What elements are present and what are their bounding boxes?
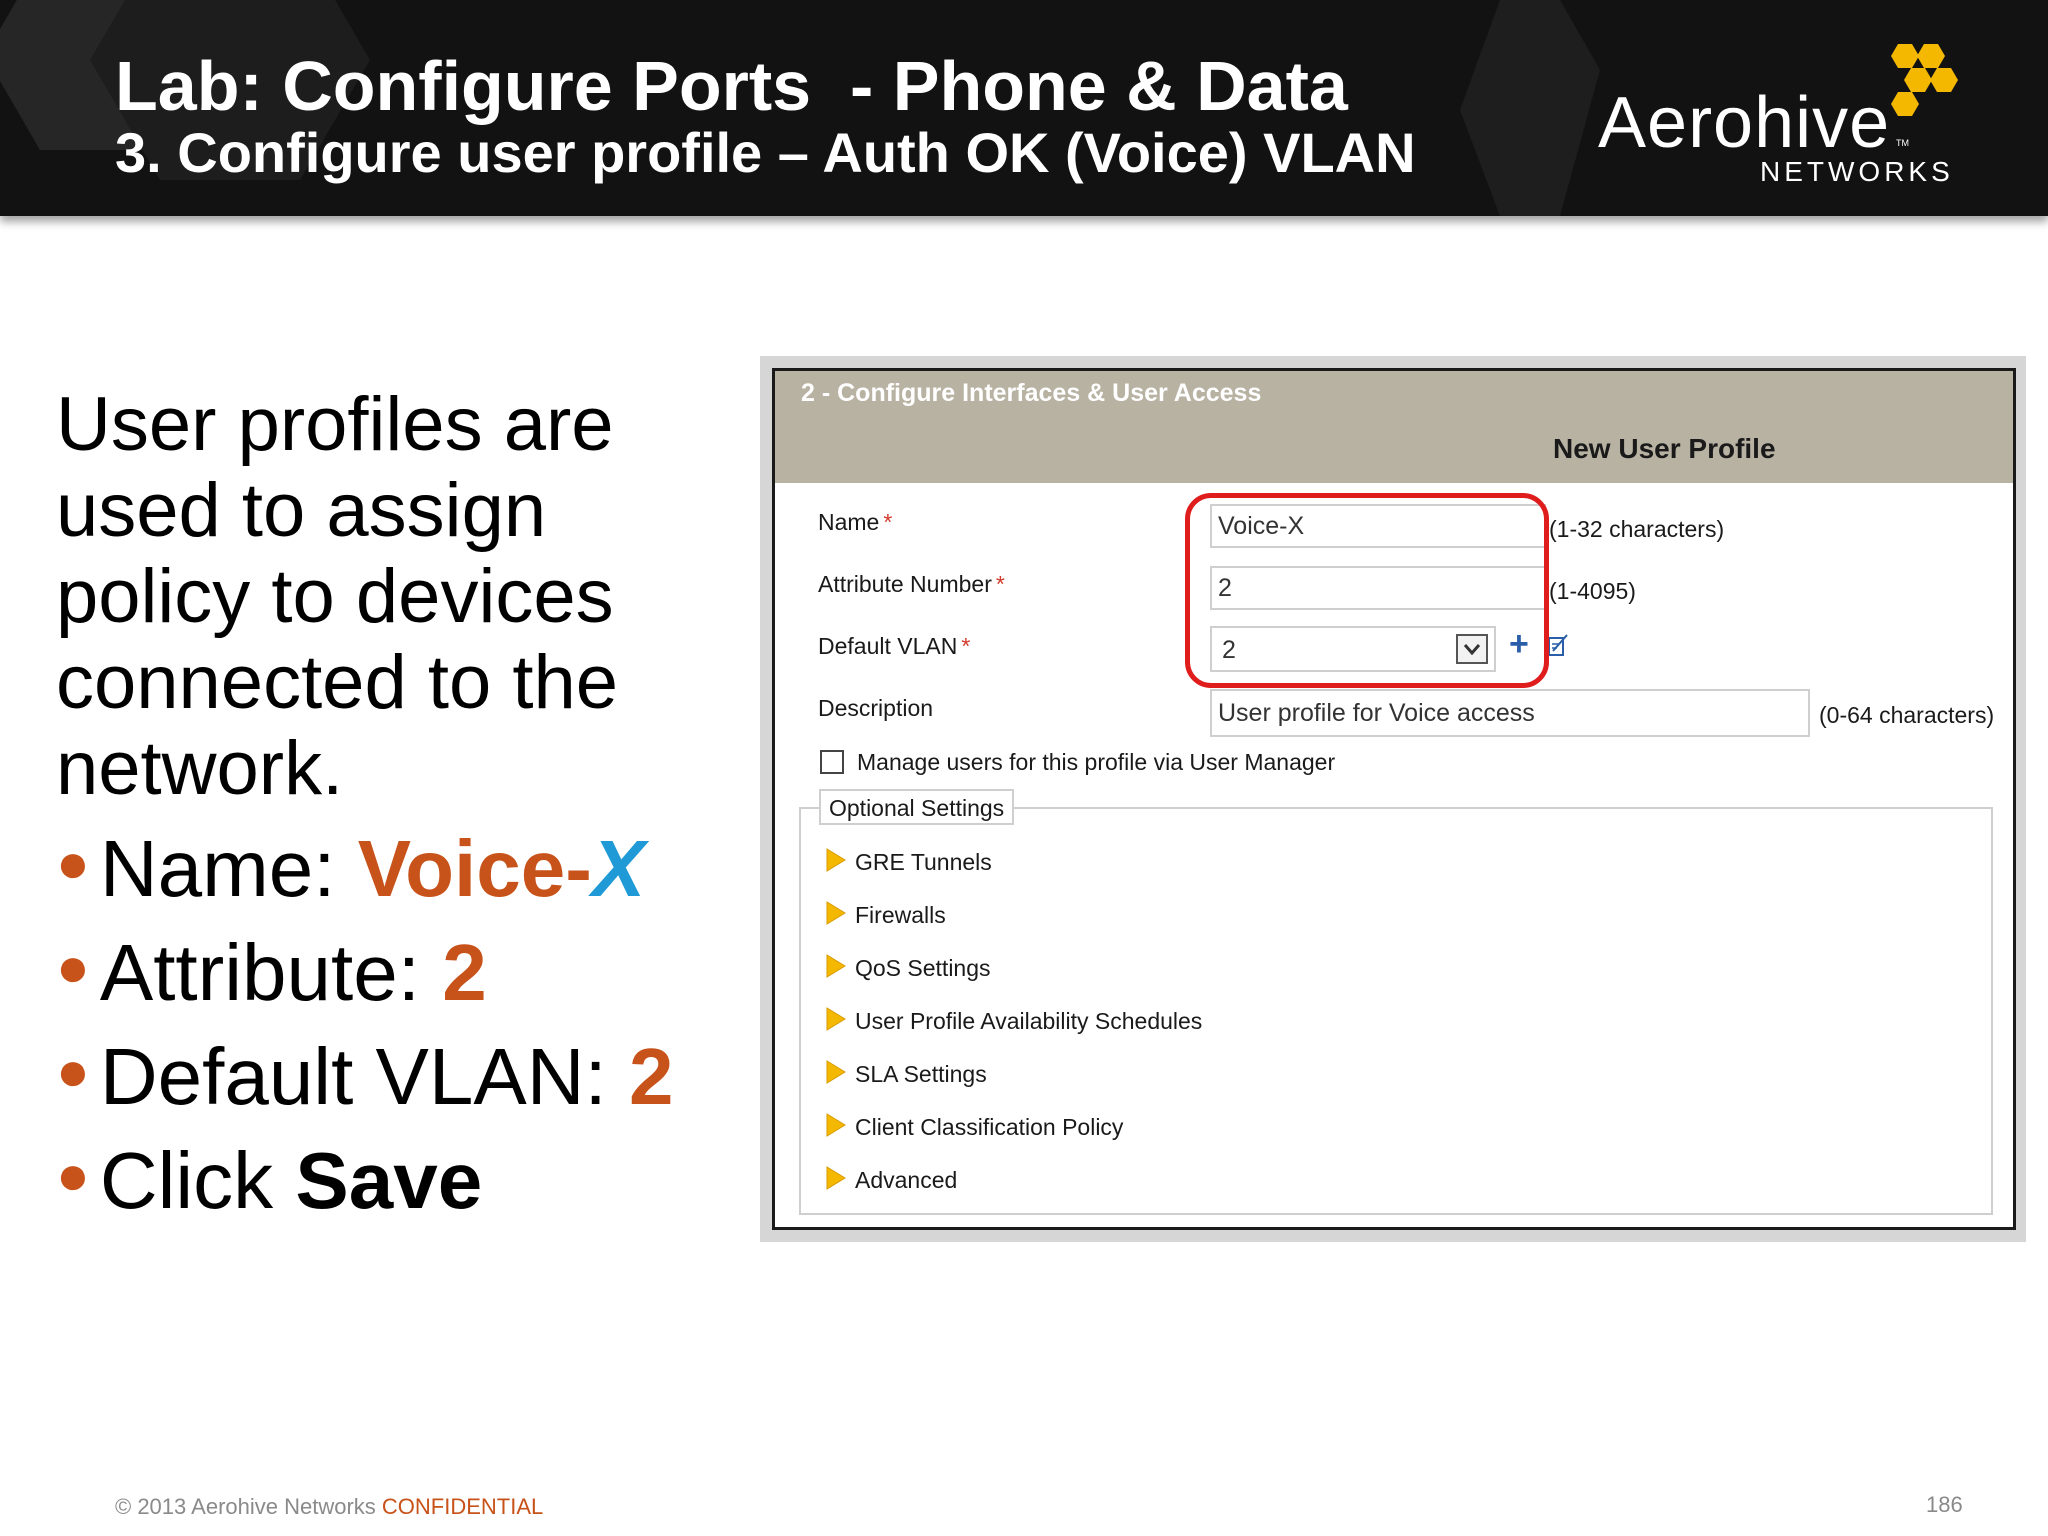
- highlight-box: [1185, 493, 1549, 688]
- description-label: Description: [818, 695, 934, 721]
- triangle-right-icon: [826, 1007, 846, 1031]
- slide-subtitle: 3. Configure user profile – Auth OK (Voi…: [115, 121, 1416, 184]
- aerohive-logo: Aerohive TM NETWORKS: [1590, 38, 1970, 188]
- vlan-label: Default VLAN *: [818, 633, 970, 660]
- bullet-value: Save: [295, 1136, 483, 1225]
- bullet-value: Voice-: [357, 824, 592, 913]
- page-number: 186: [1926, 1492, 1963, 1517]
- attribute-label-text: Attribute Number: [818, 571, 992, 597]
- expander-label: User Profile Availability Schedules: [855, 1008, 1203, 1034]
- description-hint: (0-64 characters): [1819, 702, 1995, 728]
- bullet-value: 2: [442, 928, 487, 1017]
- bullet-label: Default VLAN:: [99, 1032, 629, 1121]
- honeycomb-logo-icon: [1891, 44, 1958, 116]
- slide-title: Lab: Configure Ports - Phone & Data: [115, 47, 1348, 125]
- footer-copyright: © 2013 Aerohive Networks CONFIDENTIAL: [115, 1494, 543, 1520]
- bullet-attribute: ● Attribute: 2: [56, 922, 487, 1018]
- bullet-value: 2: [628, 1032, 674, 1121]
- bullet-save: ● Click Save: [56, 1130, 482, 1226]
- copyright-text: © 2013 Aerohive Networks: [115, 1494, 382, 1519]
- form-title: New User Profile: [1553, 433, 1776, 464]
- name-hint: (1-32 characters): [1549, 516, 1725, 542]
- bullet-label: Click: [99, 1136, 296, 1225]
- bullet-vlan: ● Default VLAN: 2: [56, 1026, 673, 1122]
- triangle-right-icon: [826, 848, 846, 872]
- edit-icon[interactable]: [1547, 633, 1569, 659]
- user-manager-checkbox[interactable]: [820, 750, 844, 774]
- logo-wordmark: Aerohive: [1598, 83, 1891, 163]
- expander-label: QoS Settings: [855, 955, 991, 981]
- bullet-dot: ●: [56, 1143, 90, 1206]
- optional-settings-title: Optional Settings: [819, 789, 1015, 825]
- expander-label: SLA Settings: [855, 1061, 987, 1087]
- bullet-name: ● Name: Voice-X: [56, 818, 645, 914]
- bullet-dot: ●: [56, 1039, 90, 1102]
- bullet-value-variable: X: [591, 824, 646, 913]
- name-label: Name *: [818, 509, 892, 536]
- expander-label: Client Classification Policy: [855, 1114, 1124, 1140]
- required-marker: *: [961, 633, 971, 659]
- triangle-right-icon: [826, 954, 846, 978]
- vlan-label-text: Default VLAN: [818, 633, 958, 659]
- attribute-label: Attribute Number *: [818, 571, 1005, 598]
- expander-label: Advanced: [855, 1167, 958, 1193]
- triangle-right-icon: [826, 1166, 846, 1190]
- user-profile-dialog: 2 - Configure Interfaces & User Access N…: [772, 368, 2016, 1230]
- logo-networks: NETWORKS: [1760, 156, 1954, 187]
- description-input[interactable]: [1210, 689, 1810, 737]
- slide-header: Lab: Configure Ports - Phone & Data 3. C…: [0, 0, 2048, 216]
- triangle-right-icon: [826, 901, 846, 925]
- triangle-right-icon: [826, 1113, 846, 1137]
- logo-trademark: TM: [1896, 138, 1909, 148]
- bullet-label: Attribute:: [99, 928, 443, 1017]
- bullet-dot: ●: [56, 831, 90, 894]
- triangle-right-icon: [826, 1060, 846, 1084]
- user-manager-label: Manage users for this profile via User M…: [857, 749, 1336, 775]
- bullet-dot: ●: [56, 935, 90, 998]
- attribute-hint: (1-4095): [1549, 578, 1636, 604]
- expander-label: Firewalls: [855, 902, 946, 928]
- required-marker: *: [883, 509, 893, 535]
- bullet-label: Name:: [99, 824, 358, 913]
- expander-label: GRE Tunnels: [855, 849, 992, 875]
- required-marker: *: [995, 571, 1005, 597]
- dialog-header: 2 - Configure Interfaces & User Access N…: [775, 371, 2013, 483]
- step-title: 2 - Configure Interfaces & User Access: [801, 379, 1262, 407]
- confidential-label: CONFIDENTIAL: [381, 1494, 544, 1519]
- name-label-text: Name: [818, 509, 880, 535]
- intro-text: User profiles are used to assign policy …: [56, 382, 618, 811]
